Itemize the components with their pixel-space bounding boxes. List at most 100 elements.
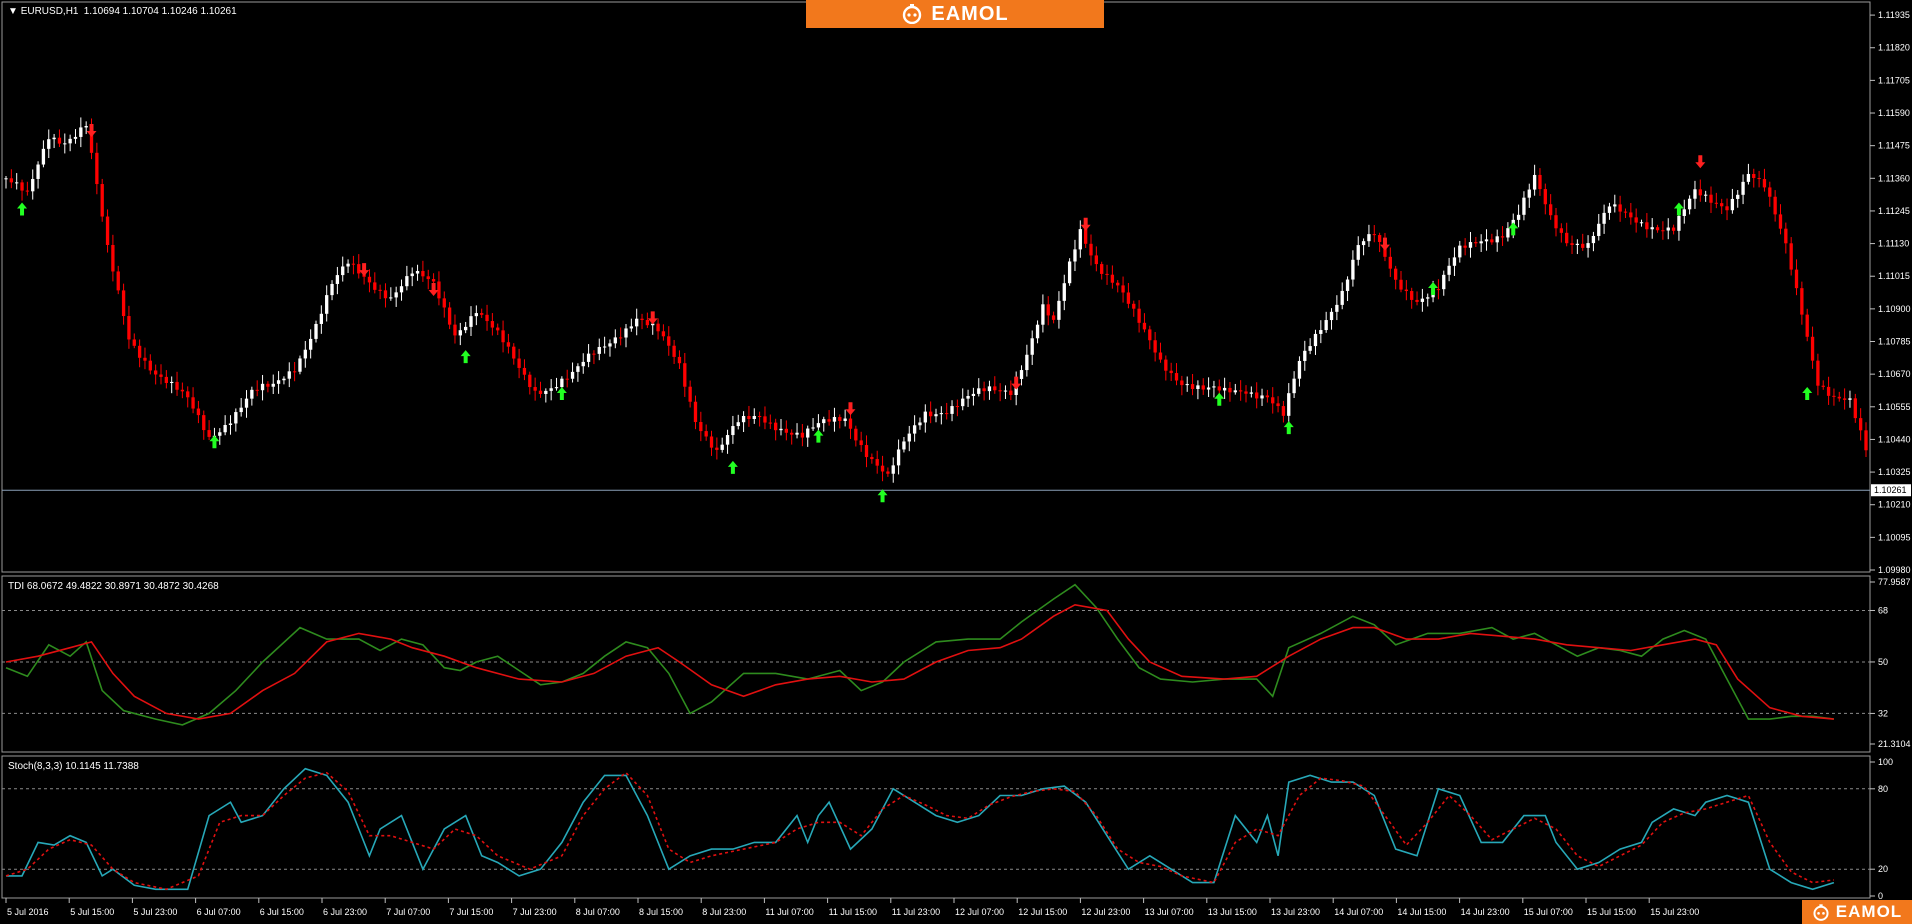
candle-body <box>1201 385 1205 390</box>
candle-body <box>838 417 842 421</box>
candle-body <box>752 416 756 420</box>
candle-body <box>1677 215 1681 231</box>
price-axis-tick-label: 1.11475 <box>1878 141 1910 151</box>
candle-body <box>1495 236 1499 243</box>
candle-body <box>688 386 692 402</box>
candle-body <box>1340 290 1344 305</box>
candle-body <box>533 387 537 391</box>
trading-chart[interactable]: 1.11935 1.11820 1.11705 1.11590 1.11475 1.113… <box>0 0 1912 924</box>
candle-body <box>41 148 46 165</box>
candle-body <box>1436 289 1441 291</box>
candle-body <box>1190 384 1195 390</box>
bear-candle <box>100 178 104 222</box>
candle-body <box>934 414 938 417</box>
time-tick-label: 11 Jul 07:00 <box>765 907 813 917</box>
time-tick-label: 13 Jul 23:00 <box>1271 907 1320 917</box>
symbol-triangle-icon: ▼ <box>8 6 21 17</box>
candle-body <box>421 271 425 277</box>
candle-body <box>95 152 99 185</box>
candle-body <box>1083 229 1088 244</box>
candle-body <box>1393 268 1398 280</box>
candle-body <box>1452 257 1457 266</box>
candle-body <box>1506 228 1510 238</box>
tdi-axis-tick-label: 68 <box>1878 605 1888 615</box>
candle-body <box>1821 385 1825 387</box>
candle-body <box>1746 173 1751 182</box>
candle-body <box>1249 392 1254 394</box>
candle-body <box>1100 264 1104 274</box>
candle-body <box>560 378 564 388</box>
candle-body <box>1030 338 1034 355</box>
candle-body <box>1094 255 1099 265</box>
candle-body <box>132 339 136 346</box>
candle-body <box>1832 395 1836 397</box>
time-tick-label: 6 Jul 15:00 <box>260 907 304 917</box>
candle-body <box>945 413 949 415</box>
stoch-axis-tick-label: 80 <box>1878 784 1888 794</box>
time-tick-label: 14 Jul 15:00 <box>1397 907 1446 917</box>
candle-body <box>1303 350 1307 361</box>
time-tick-label: 7 Jul 15:00 <box>449 907 493 917</box>
candle-body <box>832 417 837 422</box>
candle-body <box>656 323 660 332</box>
candle-body <box>1655 227 1660 231</box>
stoch-label: Stoch(8,3,3) 10.1145 11.7388 <box>8 761 139 772</box>
candle-body <box>426 276 430 280</box>
candle-body <box>763 416 767 423</box>
candle-body <box>1757 177 1761 180</box>
candle-body <box>720 444 724 450</box>
candle-body <box>1228 387 1232 393</box>
candle-body <box>1559 228 1564 233</box>
candle-body <box>602 346 607 348</box>
candle-body <box>966 396 970 399</box>
candle-body <box>1463 245 1467 248</box>
candle-body <box>870 457 874 460</box>
candle-body <box>1137 308 1141 323</box>
candle-body <box>159 374 163 377</box>
candle-body <box>36 164 40 179</box>
candle-body <box>1618 204 1622 212</box>
candle-body <box>1046 304 1050 316</box>
candle-body <box>298 358 302 372</box>
candle-body <box>1244 391 1248 394</box>
candle-body <box>1009 390 1013 396</box>
price-axis-tick-label: 1.10095 <box>1878 532 1911 542</box>
price-axis-tick-label: 1.10440 <box>1878 434 1911 444</box>
candle-body <box>357 264 361 274</box>
candle-body <box>918 422 922 426</box>
candle-body <box>512 346 516 359</box>
candle-body <box>469 316 473 327</box>
candle-body <box>4 178 8 180</box>
candle-body <box>79 127 83 137</box>
candle-body <box>105 216 110 245</box>
candle-body <box>1180 380 1184 386</box>
candle-body <box>538 390 543 394</box>
candle-body <box>1800 288 1804 315</box>
candle-body <box>1826 386 1831 396</box>
time-tick-label: 13 Jul 15:00 <box>1208 907 1257 917</box>
candle-body <box>1639 222 1644 224</box>
candle-body <box>683 363 687 387</box>
candle-body <box>875 459 879 466</box>
candle-body <box>549 388 553 391</box>
candle-body <box>490 321 495 328</box>
candle-body <box>1741 181 1745 195</box>
price-axis-tick-label: 1.10670 <box>1878 369 1911 379</box>
candle-body <box>645 319 650 326</box>
candle-body <box>111 244 115 272</box>
candle-body <box>1468 242 1473 248</box>
candle-body <box>1858 418 1863 431</box>
candle-body <box>1238 390 1243 392</box>
time-tick-label: 5 Jul 23:00 <box>133 907 177 917</box>
candle-body <box>1554 215 1558 229</box>
candle-body <box>186 391 190 398</box>
candle-body <box>1206 387 1211 390</box>
candle-body <box>1864 430 1868 451</box>
candle-body <box>1345 279 1350 291</box>
price-axis-tick-label: 1.11015 <box>1878 271 1910 281</box>
candle-body <box>1153 340 1157 353</box>
candle-body <box>854 428 858 441</box>
candle-body <box>1019 370 1024 379</box>
candle-body <box>522 367 527 375</box>
candle-body <box>624 328 628 338</box>
